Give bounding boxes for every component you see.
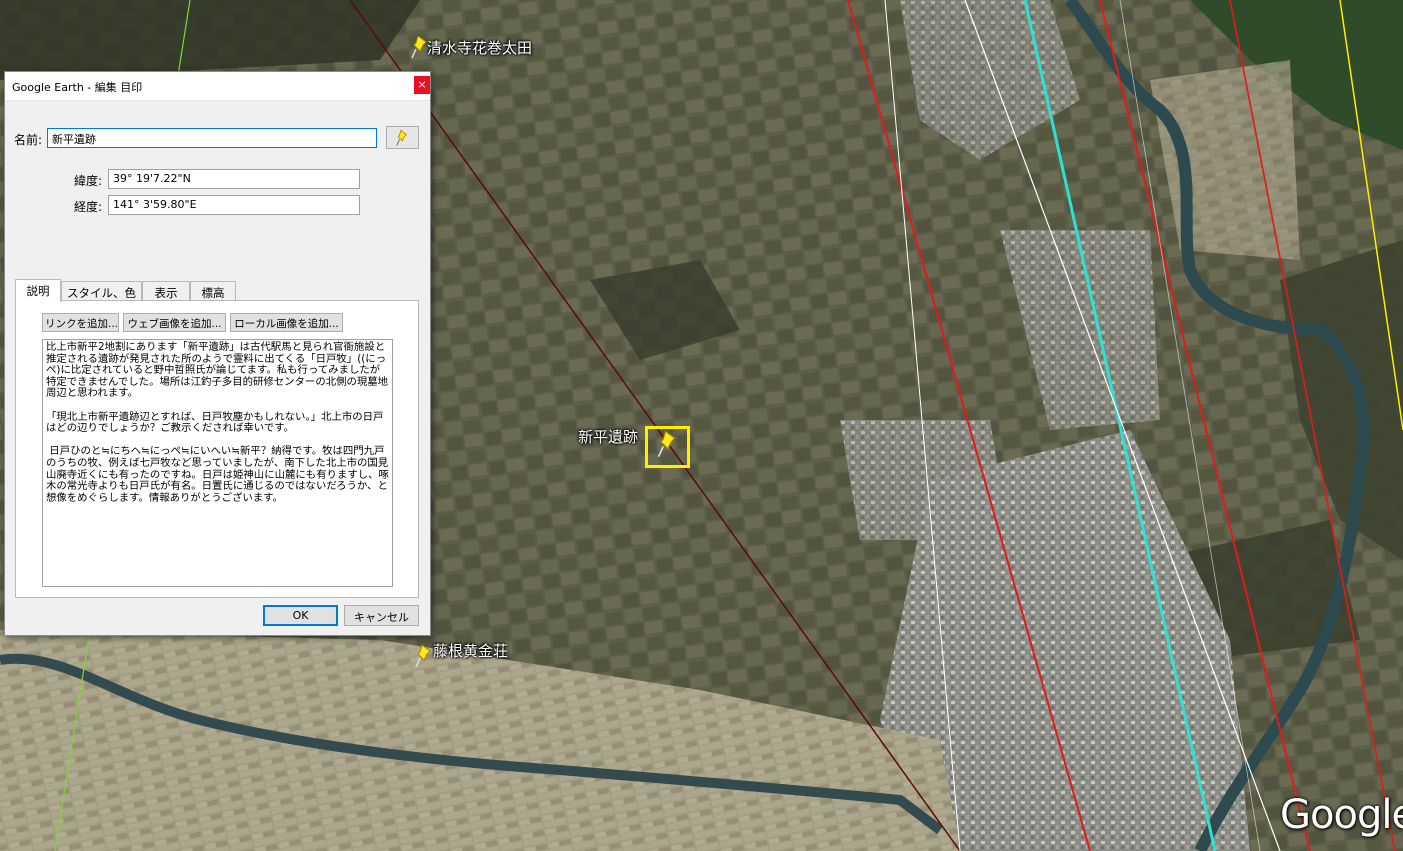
google-watermark: Google: [1280, 792, 1403, 838]
placemark-label[interactable]: 清水寺花巻太田: [427, 37, 532, 58]
longitude-label: 経度:: [74, 200, 103, 214]
longitude-input[interactable]: 141° 3'59.80"E: [108, 195, 360, 215]
name-input[interactable]: 新平遺跡: [47, 128, 377, 148]
latitude-label: 緯度:: [74, 174, 103, 188]
placemark-icon-button[interactable]: [386, 126, 419, 149]
description-panel: リンクを追加... ウェブ画像を追加... ローカル画像を追加... 比上市新平…: [15, 300, 419, 598]
name-label: 名前:: [14, 133, 43, 147]
cancel-button[interactable]: キャンセル: [344, 605, 419, 626]
close-icon: ×: [417, 78, 427, 91]
ok-button[interactable]: OK: [263, 605, 338, 626]
latitude-input[interactable]: 39° 19'7.22"N: [108, 169, 360, 189]
tab-style-color[interactable]: スタイル、色: [61, 281, 142, 301]
description-textarea[interactable]: 比上市新平2地割にあります「新平遺跡」は古代駅馬と見られ官衙施設と推定される遺跡…: [42, 339, 393, 587]
placemark-label[interactable]: 新平遺跡: [578, 426, 638, 447]
close-button[interactable]: ×: [414, 76, 430, 94]
tab-description[interactable]: 説明: [15, 279, 61, 302]
edit-placemark-dialog: Google Earth - 編集 目印 × 名前: 新平遺跡 緯度: 39° …: [4, 71, 431, 636]
add-web-image-button[interactable]: ウェブ画像を追加...: [123, 313, 226, 332]
add-link-button[interactable]: リンクを追加...: [42, 313, 119, 332]
dialog-title: Google Earth - 編集 目印: [12, 81, 143, 94]
pushpin-icon: [396, 129, 408, 146]
add-local-image-button[interactable]: ローカル画像を追加...: [230, 313, 343, 332]
tab-altitude[interactable]: 標高: [190, 281, 236, 301]
placemark-label[interactable]: 藤根黄金荘: [433, 640, 508, 661]
dialog-titlebar[interactable]: Google Earth - 編集 目印 ×: [5, 72, 430, 101]
tab-view[interactable]: 表示: [142, 281, 190, 301]
pushpin-icon[interactable]: [656, 429, 682, 459]
